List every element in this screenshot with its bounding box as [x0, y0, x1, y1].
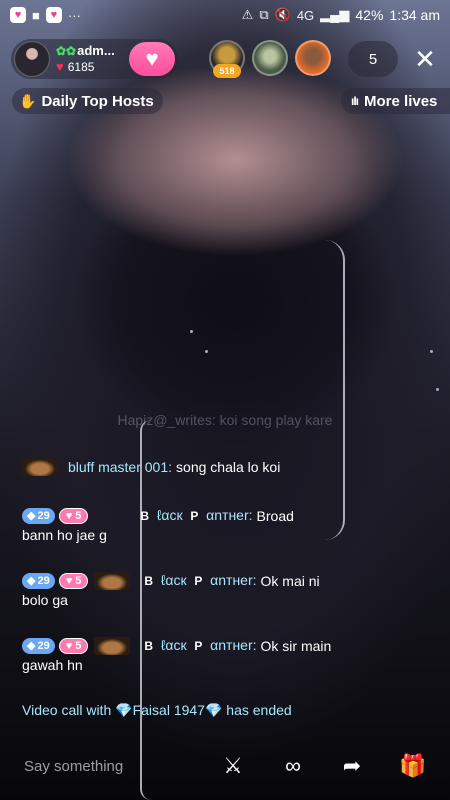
- chat-text: song chala lo koi: [176, 459, 281, 475]
- fan-value: 5: [75, 574, 82, 587]
- heart-icon: ♥: [56, 59, 64, 74]
- close-icon[interactable]: ✕: [410, 44, 440, 74]
- name-part: ℓαcк: [160, 572, 187, 588]
- user-avatar[interactable]: [22, 458, 58, 476]
- level-value: 29: [37, 639, 50, 652]
- share-icon[interactable]: ➦: [337, 752, 367, 780]
- user-avatar[interactable]: [94, 571, 131, 590]
- viewer-level-badge: 518: [213, 64, 241, 78]
- viewer-avatar[interactable]: [252, 40, 288, 76]
- video-detail: [140, 420, 162, 800]
- signal-icon: ▂▄▆: [320, 7, 350, 22]
- more-lives-button[interactable]: ıIı More lives: [341, 88, 450, 114]
- cast-icon: ⧉: [259, 7, 269, 22]
- user-avatar[interactable]: [94, 636, 131, 655]
- fan-badge: ♥ 5: [58, 507, 89, 524]
- chat-message: ◆ 29 ♥ 5 B ℓαcк P αnтнer: Ok mai ni bolo g…: [22, 571, 422, 609]
- level-value: 29: [37, 509, 50, 522]
- video-notification-icon: ■: [32, 7, 40, 23]
- chat-text: Broad: [256, 507, 294, 524]
- fan-badge: ♥ 5: [58, 637, 89, 654]
- chat-text: Ok mai ni: [260, 572, 320, 589]
- chat-message: bluff master 001: song chala lo koi: [22, 458, 422, 476]
- app-notification-icon: ♥: [45, 7, 62, 23]
- level-value: 29: [37, 574, 50, 587]
- warning-icon: ⚠: [241, 7, 254, 22]
- mute-icon: 🔇: [274, 7, 291, 22]
- name-part: ℓαcк: [160, 637, 187, 653]
- name-part: αnтнer:: [210, 637, 257, 653]
- daily-top-hosts-button[interactable]: ✋ Daily Top Hosts: [12, 88, 163, 114]
- name-part: αnтнer:: [210, 572, 257, 588]
- level-icon: ◆: [27, 639, 36, 652]
- name-part: αnтнer:: [206, 507, 253, 523]
- battery-level: 42%: [355, 7, 384, 23]
- name-part: B: [144, 574, 154, 588]
- user-level-badge: ◆ 29: [22, 637, 55, 654]
- diamond-icon: 💎: [204, 702, 223, 718]
- chat-message: ◆ 29 ♥ 5 B ℓαcк P αnтнer: Ok sir main gawa…: [22, 636, 422, 674]
- faded-chat-message: Hapiz@_writes: koi song play kare: [117, 412, 333, 428]
- video-detail: [430, 350, 433, 353]
- name-part: B: [144, 639, 154, 653]
- link-icon[interactable]: ∞: [278, 752, 308, 780]
- level-icon: ◆: [27, 574, 36, 587]
- chat-text-continued: bann ho jae g: [22, 527, 107, 543]
- video-detail: [205, 350, 208, 353]
- user-level-badge: ◆ 29: [22, 572, 55, 589]
- pk-battle-icon[interactable]: ⚔: [218, 752, 248, 780]
- status-bar: ♥ ■ ♥ ··· ⚠ ⧉ 🔇 4G ▂▄▆ 42% 1:34 am: [0, 0, 450, 30]
- chat-username[interactable]: B ℓαcк P αnтнer:: [140, 506, 252, 525]
- chat-message: ◆ 29 ♥ 5 B ℓαcк P αnтнer: Broad bann ho ja…: [22, 506, 422, 544]
- follow-button[interactable]: ♥: [129, 42, 175, 76]
- host-avatar[interactable]: [14, 41, 50, 77]
- system-message: Video call with 💎Faisal 1947💎 has ended: [22, 702, 292, 719]
- clover-icon: ✿✿: [56, 44, 77, 58]
- more-notifications-icon: ···: [67, 7, 81, 23]
- chat-text-continued: gawah hn: [22, 657, 83, 673]
- hand-icon: ✋: [19, 92, 37, 109]
- viewer-avatar[interactable]: [295, 40, 331, 76]
- system-name[interactable]: Faisal 1947: [133, 702, 205, 718]
- live-video-stream: [0, 0, 450, 800]
- gift-icon[interactable]: 🎁: [398, 752, 428, 780]
- viewer-count-button[interactable]: 5: [348, 41, 398, 77]
- video-detail: [436, 388, 439, 391]
- heart-icon: ♥: [65, 639, 73, 652]
- host-likes-count: 6185: [67, 60, 95, 74]
- level-icon: ◆: [27, 509, 36, 522]
- user-level-badge: ◆ 29: [22, 507, 55, 524]
- video-detail: [305, 240, 345, 540]
- system-prefix: Video call with: [22, 702, 112, 718]
- fan-value: 5: [75, 509, 82, 522]
- chat-username[interactable]: bluff master 001:: [68, 458, 172, 476]
- fan-badge: ♥ 5: [58, 572, 89, 589]
- name-part: B: [140, 509, 150, 523]
- system-suffix: has ended: [226, 702, 292, 718]
- diamond-icon: 💎: [115, 702, 133, 718]
- chat-text: Ok sir main: [260, 637, 332, 654]
- name-part: ℓαcк: [156, 507, 183, 523]
- video-detail: [190, 330, 193, 333]
- name-part: P: [190, 509, 199, 523]
- name-part: P: [194, 574, 203, 588]
- host-profile-pill[interactable]: ✿✿ adm... ♥ 6185 ♥: [11, 39, 178, 79]
- heart-icon: ♥: [65, 509, 73, 522]
- name-part: P: [194, 639, 203, 653]
- daily-top-hosts-label: Daily Top Hosts: [41, 92, 154, 110]
- heart-icon: ♥: [65, 574, 73, 587]
- network-label: 4G: [296, 7, 315, 23]
- chat-username[interactable]: B ℓαcк P αnтнer:: [144, 636, 256, 655]
- bars-icon: ıIı: [351, 94, 359, 108]
- host-name: adm...: [77, 43, 115, 58]
- chat-username[interactable]: B ℓαcк P αnтнer:: [144, 571, 256, 590]
- chat-text-continued: bolo ga: [22, 592, 68, 608]
- more-lives-label: More lives: [364, 92, 438, 110]
- heart-follow-icon: ♥: [145, 46, 159, 71]
- chat-input[interactable]: Say something: [24, 758, 204, 776]
- clock: 1:34 am: [389, 7, 440, 23]
- fan-value: 5: [75, 639, 82, 652]
- app-notification-icon: ♥: [10, 7, 26, 23]
